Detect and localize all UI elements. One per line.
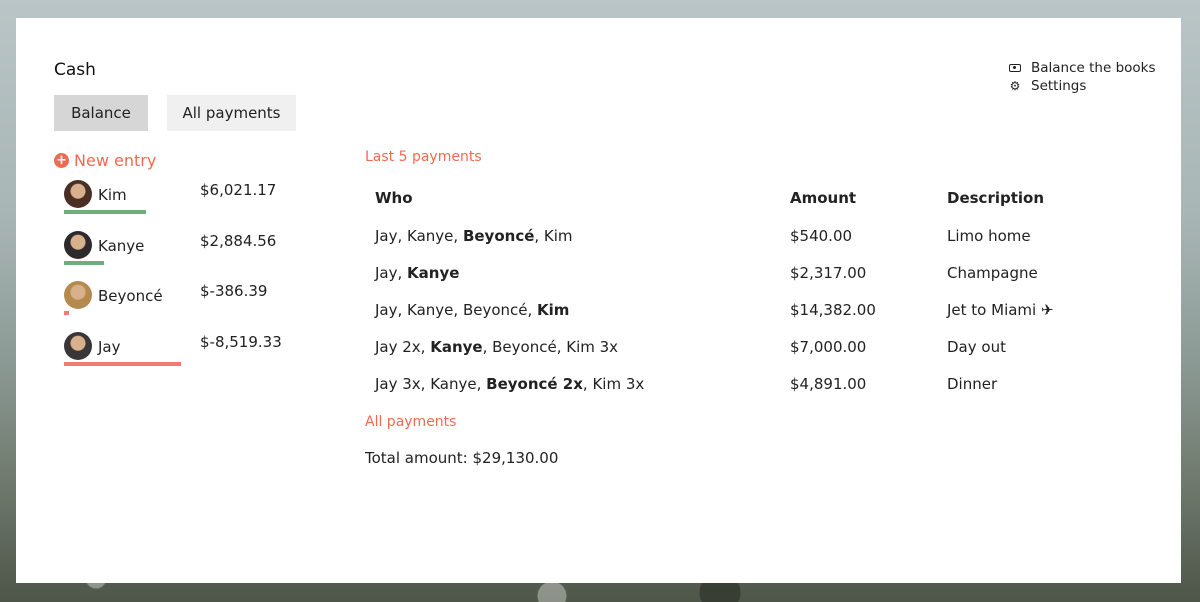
cell-amount: $7,000.00	[790, 337, 867, 356]
balance-bar	[64, 261, 104, 265]
balance-bar	[64, 311, 69, 315]
header-links: Balance the books ⚙ Settings	[1007, 59, 1156, 95]
balance-the-books-link[interactable]: Balance the books	[1007, 59, 1156, 77]
who-segment: Jay, Kanye, Beyoncé,	[375, 300, 538, 319]
person-name: Jay	[98, 338, 121, 356]
cash-icon	[1007, 59, 1023, 77]
table-row[interactable]: Jay, Kanye $2,317.00 Champagne	[365, 254, 1147, 291]
table-row[interactable]: Jay, Kanye, Beyoncé, Kim $14,382.00 Jet to…	[365, 291, 1147, 328]
balance-bar	[64, 210, 146, 214]
cell-who: Jay 3x, Kanye, Beyoncé 2x, Kim 3x	[365, 365, 780, 402]
new-entry-button[interactable]: + New entry	[54, 151, 156, 170]
who-segment: Beyoncé 2x	[486, 374, 583, 393]
who-segment: Jay 2x,	[375, 337, 431, 356]
who-segment: , Kim 3x	[582, 374, 645, 393]
avatar	[64, 332, 92, 360]
payments-table-body: Jay, Kanye, Beyoncé, Kim $540.00 Limo home…	[365, 217, 1147, 402]
cash-panel: Cash Balance All payments Balance the bo…	[16, 18, 1181, 583]
page-title: Cash	[54, 60, 96, 80]
cell-amount: $540.00	[790, 226, 853, 245]
tab-balance[interactable]: Balance	[54, 95, 148, 131]
cell-description: Limo home	[947, 226, 1031, 245]
balance-bar	[64, 362, 181, 366]
who-segment: Kanye	[407, 263, 460, 282]
table-row[interactable]: Jay 3x, Kanye, Beyoncé 2x, Kim 3x $4,891.…	[365, 365, 1147, 402]
cell-who: Jay, Kanye	[365, 254, 780, 291]
payments-table: Who Amount Description Jay, Kanye, Beyon…	[365, 183, 1147, 402]
person-balance: $-386.39	[200, 282, 268, 300]
person-name: Beyoncé	[98, 287, 163, 305]
who-segment: Jay, Kanye,	[375, 226, 463, 245]
person-balance: $2,884.56	[200, 232, 277, 250]
who-segment: Kanye	[430, 337, 483, 356]
cell-amount: $14,382.00	[790, 300, 876, 319]
cell-who: Jay 2x, Kanye, Beyoncé, Kim 3x	[365, 328, 780, 365]
cell-description: Dinner	[947, 374, 998, 393]
cell-description: Champagne	[947, 263, 1038, 282]
who-segment: , Kim	[534, 226, 573, 245]
table-header-row: Who Amount Description	[365, 183, 1147, 217]
new-entry-label: New entry	[74, 151, 157, 170]
person-row-beyonce[interactable]: Beyoncé $-386.39	[64, 281, 304, 321]
person-row-kim[interactable]: Kim $6,021.17	[64, 180, 304, 220]
avatar	[64, 231, 92, 259]
who-segment: Kim	[537, 300, 570, 319]
table-row[interactable]: Jay 2x, Kanye, Beyoncé, Kim 3x $7,000.00 D…	[365, 328, 1147, 365]
total-amount: Total amount: $29,130.00	[365, 449, 559, 467]
who-segment: , Beyoncé, Kim 3x	[482, 337, 619, 356]
cell-who: Jay, Kanye, Beyoncé, Kim	[365, 217, 780, 254]
cell-amount: $2,317.00	[790, 263, 867, 282]
settings-label: Settings	[1031, 78, 1087, 94]
table-row[interactable]: Jay, Kanye, Beyoncé, Kim $540.00 Limo home	[365, 217, 1147, 254]
person-row-kanye[interactable]: Kanye $2,884.56	[64, 231, 304, 271]
last-payments-heading[interactable]: Last 5 payments	[365, 149, 482, 165]
person-row-jay[interactable]: Jay $-8,519.33	[64, 332, 304, 372]
all-payments-heading[interactable]: All payments	[365, 414, 456, 430]
person-name: Kanye	[98, 237, 145, 255]
avatar	[64, 281, 92, 309]
cell-who: Jay, Kanye, Beyoncé, Kim	[365, 291, 780, 328]
plus-circle-icon: +	[54, 153, 69, 168]
cell-description: Day out	[947, 337, 1006, 356]
who-segment: Jay,	[375, 263, 408, 282]
person-balance: $-8,519.33	[200, 333, 282, 351]
tab-all-payments[interactable]: All payments	[167, 95, 296, 131]
column-header-description: Description	[947, 189, 1045, 207]
person-name: Kim	[98, 186, 127, 204]
person-balance: $6,021.17	[200, 181, 277, 199]
column-header-amount: Amount	[790, 189, 857, 207]
column-header-who: Who	[375, 189, 413, 207]
who-segment: Beyoncé	[462, 226, 535, 245]
cell-description: Jet to Miami ✈	[947, 300, 1054, 319]
cell-amount: $4,891.00	[790, 374, 867, 393]
who-segment: Jay 3x, Kanye,	[375, 374, 487, 393]
gear-icon: ⚙	[1009, 79, 1021, 93]
settings-link[interactable]: ⚙ Settings	[1007, 77, 1156, 95]
avatar	[64, 180, 92, 208]
balance-the-books-label: Balance the books	[1031, 60, 1156, 76]
